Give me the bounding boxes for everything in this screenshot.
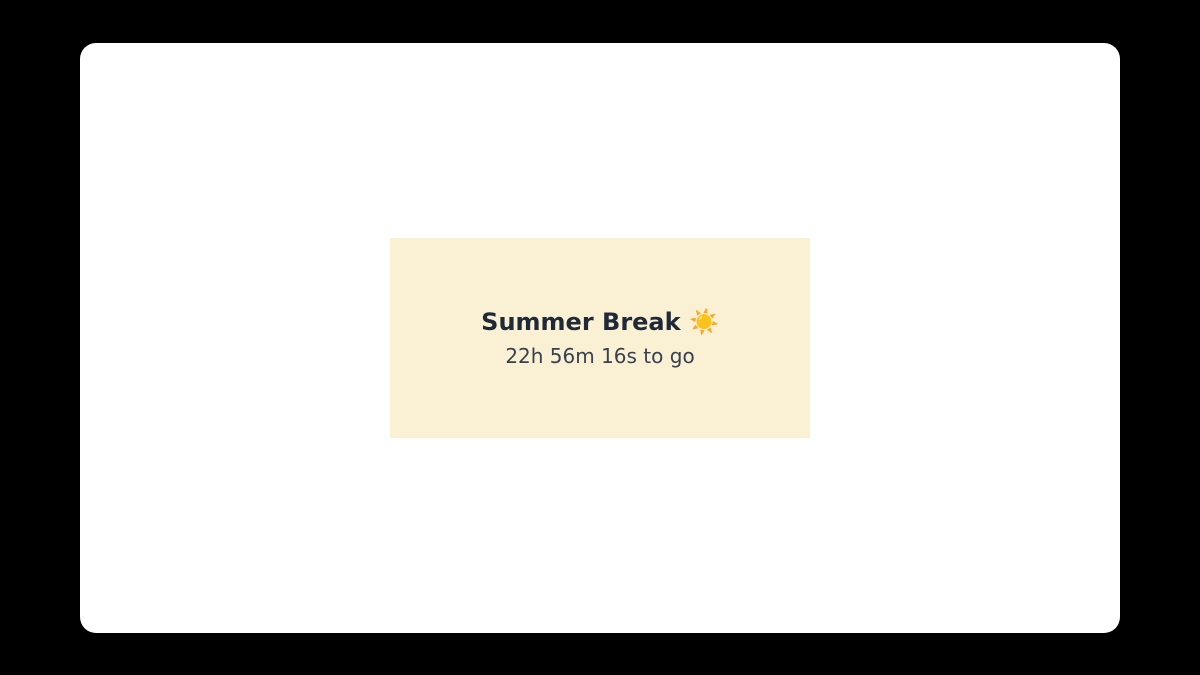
countdown-card: Summer Break ☀️ 22h 56m 16s to go: [390, 238, 810, 438]
countdown-title: Summer Break ☀️: [481, 307, 719, 338]
app-background: Summer Break ☀️ 22h 56m 16s to go: [0, 0, 1200, 675]
countdown-time-remaining: 22h 56m 16s to go: [505, 344, 694, 368]
app-frame: Summer Break ☀️ 22h 56m 16s to go: [80, 43, 1120, 633]
